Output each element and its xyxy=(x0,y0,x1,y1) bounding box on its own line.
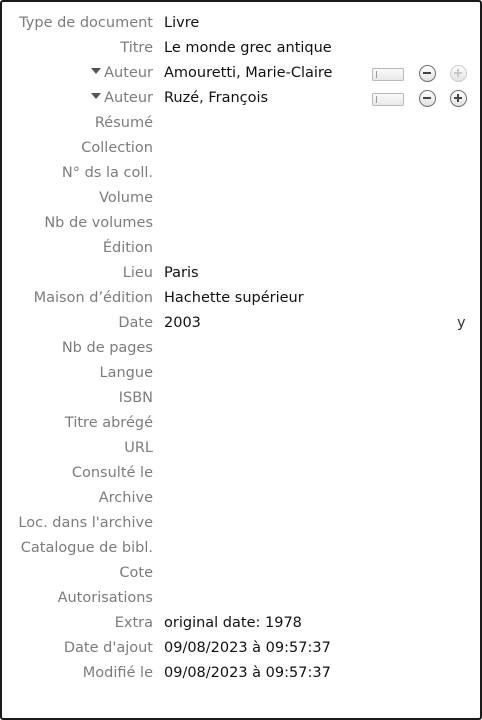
row-publisher: Maison d’édition Hachette supérieur xyxy=(2,288,480,312)
disclosure-triangle-icon xyxy=(91,68,102,74)
row-author-2: Auteur Ruzé, François xyxy=(2,88,480,112)
title-label: Titre xyxy=(120,40,153,56)
row-item-type: Type de document Livre xyxy=(2,13,480,37)
minus-glyph xyxy=(423,72,431,74)
call-number-label: Cote xyxy=(119,565,153,581)
disclosure-triangle-icon xyxy=(91,93,102,99)
isbn-label: ISBN xyxy=(118,390,153,406)
name-mode-switch-icon[interactable] xyxy=(372,68,404,81)
library-catalog-label: Catalogue de bibl. xyxy=(20,540,153,556)
plus-glyph-v xyxy=(457,69,459,77)
row-library-catalog: Catalogue de bibl. xyxy=(2,538,480,562)
row-short-title: Titre abrégé xyxy=(2,413,480,437)
row-series-number: N° ds la coll. xyxy=(2,163,480,187)
plus-glyph-v xyxy=(457,94,459,102)
plus-circle-icon[interactable] xyxy=(450,90,467,107)
date-modified-label: Modifié le xyxy=(82,665,153,681)
row-num-pages: Nb de pages xyxy=(2,338,480,362)
row-archive: Archive xyxy=(2,488,480,512)
date-value[interactable]: 2003 xyxy=(164,315,201,331)
item-info-pane: Type de document Livre Titre Le monde gr… xyxy=(0,0,482,720)
extra-label: Extra xyxy=(114,615,153,631)
row-call-number: Cote xyxy=(2,563,480,587)
author-label: Auteur xyxy=(104,65,153,81)
row-rights: Autorisations xyxy=(2,588,480,612)
url-label: URL xyxy=(124,440,153,456)
abstract-label: Résumé xyxy=(94,115,153,131)
author-value[interactable]: Amouretti, Marie-Claire xyxy=(164,65,332,81)
row-num-volumes: Nb de volumes xyxy=(2,213,480,237)
date-format-indicator: y xyxy=(457,315,466,331)
place-label: Lieu xyxy=(122,265,153,281)
archive-location-label: Loc. dans l'archive xyxy=(18,515,153,531)
date-added-value: 09/08/2023 à 09:57:37 xyxy=(164,640,331,656)
minus-circle-icon[interactable] xyxy=(419,90,436,107)
author-label: Auteur xyxy=(104,90,153,106)
minus-glyph xyxy=(423,97,431,99)
publisher-label: Maison d’édition xyxy=(33,290,153,306)
row-accessed: Consulté le xyxy=(2,463,480,487)
accessed-label: Consulté le xyxy=(71,465,153,481)
row-isbn: ISBN xyxy=(2,388,480,412)
creator-type-menu-1[interactable]: Auteur xyxy=(91,65,153,81)
place-value[interactable]: Paris xyxy=(164,265,199,281)
plus-circle-icon xyxy=(450,65,467,82)
row-extra: Extra original date: 1978 xyxy=(2,613,480,637)
series-label: Collection xyxy=(81,140,153,156)
date-label: Date xyxy=(118,315,153,331)
row-language: Langue xyxy=(2,363,480,387)
row-abstract: Résumé xyxy=(2,113,480,137)
row-place: Lieu Paris xyxy=(2,263,480,287)
num-volumes-label: Nb de volumes xyxy=(44,215,153,231)
num-pages-label: Nb de pages xyxy=(61,340,153,356)
row-date: Date 2003 y xyxy=(2,313,480,337)
row-author-1: Auteur Amouretti, Marie-Claire xyxy=(2,63,480,87)
row-url: URL xyxy=(2,438,480,462)
series-number-label: N° ds la coll. xyxy=(61,165,153,181)
minus-circle-icon[interactable] xyxy=(419,65,436,82)
date-modified-value: 09/08/2023 à 09:57:37 xyxy=(164,665,331,681)
row-date-added: Date d'ajout 09/08/2023 à 09:57:37 xyxy=(2,638,480,662)
publisher-value[interactable]: Hachette supérieur xyxy=(164,290,304,306)
name-mode-switch-icon[interactable] xyxy=(372,93,404,106)
row-archive-location: Loc. dans l'archive xyxy=(2,513,480,537)
creator-type-menu-2[interactable]: Auteur xyxy=(91,90,153,106)
rights-label: Autorisations xyxy=(57,590,153,606)
item-type-value[interactable]: Livre xyxy=(164,15,199,31)
author-value[interactable]: Ruzé, François xyxy=(164,90,268,106)
title-value[interactable]: Le monde grec antique xyxy=(164,40,332,56)
edition-label: Édition xyxy=(102,240,153,256)
row-edition: Édition xyxy=(2,238,480,262)
extra-value[interactable]: original date: 1978 xyxy=(164,615,302,631)
item-type-label: Type de document xyxy=(19,15,153,31)
volume-label: Volume xyxy=(99,190,153,206)
date-added-label: Date d'ajout xyxy=(63,640,153,656)
short-title-label: Titre abrégé xyxy=(64,415,153,431)
row-title: Titre Le monde grec antique xyxy=(2,38,480,62)
row-volume: Volume xyxy=(2,188,480,212)
archive-label: Archive xyxy=(98,490,153,506)
row-date-modified: Modifié le 09/08/2023 à 09:57:37 xyxy=(2,663,480,687)
row-series: Collection xyxy=(2,138,480,162)
language-label: Langue xyxy=(99,365,153,381)
